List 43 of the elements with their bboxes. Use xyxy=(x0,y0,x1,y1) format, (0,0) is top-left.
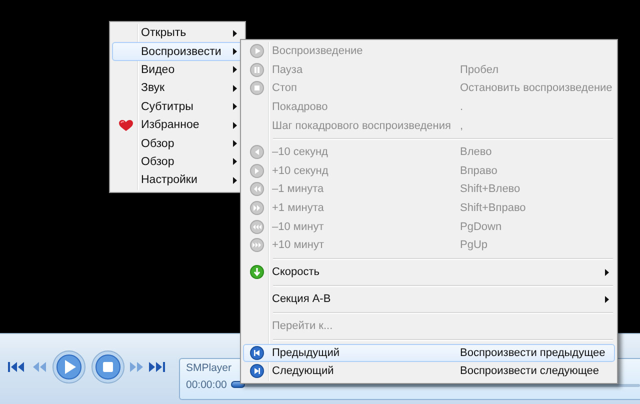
heart-icon xyxy=(119,120,133,131)
shortcut-text: PgDown xyxy=(460,220,502,233)
menu-item[interactable]: Открыть xyxy=(112,24,243,42)
shortcut-text: Shift+Вправо xyxy=(460,202,526,214)
menu-item[interactable]: Воспроизвести xyxy=(112,42,243,61)
pause-icon xyxy=(250,62,264,77)
menu-item[interactable]: Настройки xyxy=(112,171,243,190)
menu-item[interactable]: Субтитры xyxy=(112,98,243,116)
menu-item[interactable]: Видео xyxy=(112,60,243,80)
rewind-icon xyxy=(250,145,264,160)
stop-button-icon[interactable] xyxy=(91,350,125,384)
menu-item[interactable]: Следующий Воспроизвести следующее xyxy=(243,362,615,381)
menu-item[interactable]: Предыдущий Воспроизвести предыдущее xyxy=(243,344,615,362)
seek-slider[interactable] xyxy=(230,384,640,386)
menu-item[interactable]: Избранное xyxy=(112,116,243,134)
shortcut-text: Пробел xyxy=(460,64,498,76)
triple-rewind-icon xyxy=(250,220,264,234)
double-rewind-icon xyxy=(250,182,264,196)
menu-item[interactable]: Скорость xyxy=(243,262,615,282)
shortcut-text: Влево xyxy=(460,146,492,158)
shortcut-text: Shift+Влево xyxy=(460,183,520,196)
shortcut-text: PgUp xyxy=(460,239,488,252)
previous-icon xyxy=(250,346,264,360)
shortcut-text: Воспроизвести следующее xyxy=(460,365,600,378)
play-icon xyxy=(250,44,264,58)
player-title: SMPlayer xyxy=(186,362,232,374)
next-icon xyxy=(250,364,264,378)
play-button-icon[interactable] xyxy=(52,350,86,384)
forward-icon xyxy=(250,164,264,178)
stop-icon xyxy=(250,81,264,96)
shortcut-text: . xyxy=(460,101,464,114)
shortcut-text: Остановить воспроизведение xyxy=(460,82,612,94)
menu-item[interactable]: Звук xyxy=(112,79,243,98)
time-text: 00:00:00 xyxy=(186,379,227,391)
menu-item[interactable]: Обзор xyxy=(112,134,243,153)
menu-item[interactable]: Обзор xyxy=(112,152,243,172)
menu-item[interactable]: Секция A-B xyxy=(243,290,615,309)
shortcut-text: , xyxy=(460,120,464,132)
double-forward-icon xyxy=(250,201,264,216)
triple-forward-icon xyxy=(250,238,264,252)
shortcut-text: Вправо xyxy=(460,164,498,177)
skip-forward-icon[interactable] xyxy=(149,362,167,372)
shortcut-text: Воспроизвести предыдущее xyxy=(460,346,606,359)
